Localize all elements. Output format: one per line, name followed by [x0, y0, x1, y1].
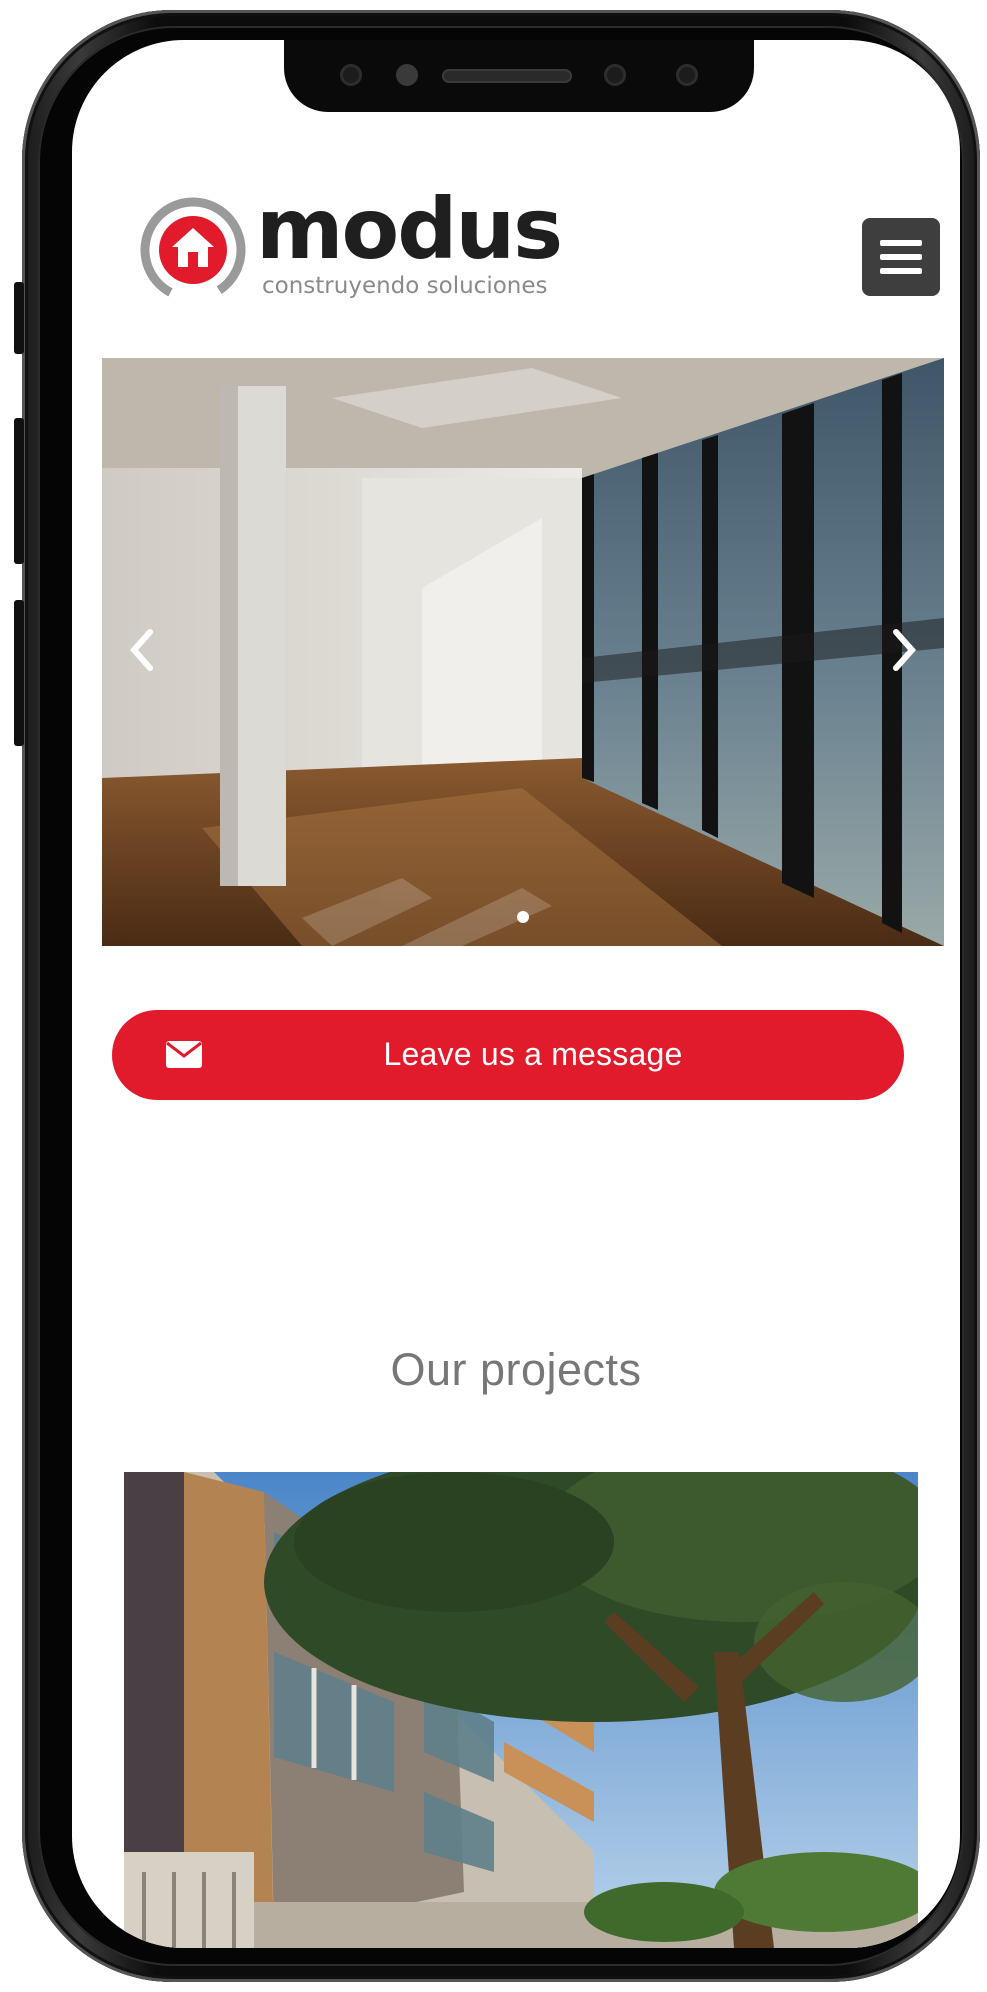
project-card[interactable]	[124, 1472, 918, 1948]
volume-down-button	[14, 600, 24, 746]
phone-screen: modus construyendo soluciones Leave us a…	[72, 40, 960, 1948]
slider-indicators	[102, 910, 944, 928]
projects-heading: Our projects	[390, 1344, 642, 1395]
sensor-icon	[340, 64, 362, 86]
slider-prev-arrow-icon[interactable]	[122, 620, 162, 680]
brand-name: modus	[256, 180, 563, 278]
menu-bar-icon	[880, 240, 922, 246]
camera-lens-icon	[676, 64, 698, 86]
slide-indicator-dot[interactable]	[517, 911, 529, 923]
brand-tagline: construyendo soluciones	[262, 273, 548, 299]
office-interior-photo	[102, 358, 944, 946]
slider-next-arrow-icon[interactable]	[884, 620, 924, 680]
hamburger-menu-button[interactable]	[862, 218, 940, 296]
brand-logo[interactable]: modus construyendo soluciones	[138, 187, 568, 315]
volume-up-button	[14, 418, 24, 564]
phone-notch	[284, 40, 754, 112]
mute-switch	[14, 282, 24, 354]
earpiece-speaker	[442, 69, 572, 83]
project-building-photo	[124, 1472, 918, 1948]
leave-message-button[interactable]: Leave us a message	[112, 1010, 904, 1100]
menu-bar-icon	[880, 254, 922, 260]
menu-bar-icon	[880, 268, 922, 274]
proximity-sensor-icon	[396, 64, 418, 86]
front-camera-icon	[604, 64, 626, 86]
hero-slider[interactable]	[102, 358, 944, 946]
leave-message-label: Leave us a message	[383, 1036, 683, 1072]
house-logo-icon	[140, 197, 246, 303]
